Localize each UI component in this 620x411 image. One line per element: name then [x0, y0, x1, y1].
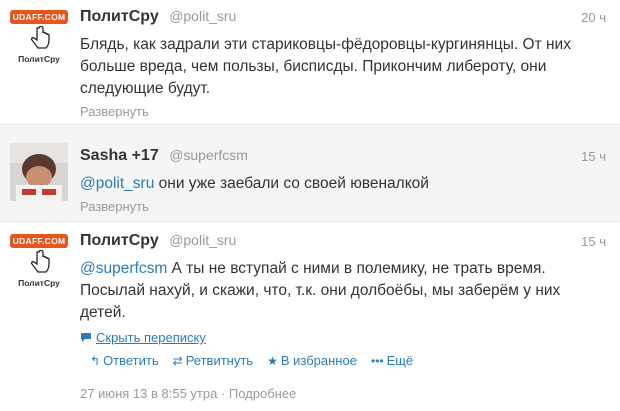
logo-name: ПолитСру [18, 54, 60, 64]
tweet-3: UDAFF.COM ПолитСру ПолитСру @polit_sru 1… [0, 224, 620, 411]
avatar-polit-sru[interactable]: UDAFF.COM ПолитСру [10, 10, 68, 68]
tweet-text: @polit_sru они уже заебали со своей ювен… [80, 173, 606, 195]
expand-link[interactable]: Развернуть [80, 199, 606, 214]
mention-link[interactable]: @polit_sru [80, 175, 154, 192]
hand-pointer-icon [30, 250, 50, 273]
speech-bubble-icon [81, 333, 91, 342]
tweet-time[interactable]: 15 ч [581, 149, 606, 164]
user-handle[interactable]: @polit_sru [169, 232, 236, 248]
tweet-header: Sasha +17 @superfcsm 15 ч [80, 147, 606, 171]
tweet-time[interactable]: 15 ч [581, 234, 606, 249]
favorite-button[interactable]: ★ В избранное [267, 353, 357, 368]
hide-conversation-label: Скрыть переписку [96, 330, 206, 345]
tweet-header: ПолитСру @polit_sru 15 ч [80, 232, 606, 256]
more-dots-icon: ••• [370, 353, 384, 368]
user-handle[interactable]: @superfcsm [169, 147, 248, 163]
user-photo [10, 143, 68, 201]
favorite-label: В избранное [280, 353, 357, 368]
avatar-superfcsm[interactable] [10, 143, 68, 201]
tweet-content: Sasha +17 @superfcsm 15 ч @polit_sru они… [80, 147, 606, 214]
user-name[interactable]: ПолитСру [80, 8, 159, 25]
user-name[interactable]: ПолитСру [80, 232, 159, 249]
user-handle[interactable]: @polit_sru [169, 8, 236, 24]
tweet-meta[interactable]: 27 июня 13 в 8:55 утра · Подробнее [80, 386, 606, 401]
mention-link[interactable]: @superfcsm [80, 260, 167, 277]
udaff-logo: UDAFF.COM [10, 10, 68, 24]
retweet-icon: ⇄ [172, 353, 183, 368]
logo-name: ПолитСру [18, 278, 60, 288]
hide-conversation-link[interactable]: Скрыть переписку [80, 330, 606, 345]
hand-pointer-icon [30, 26, 50, 49]
udaff-logo: UDAFF.COM [10, 234, 68, 248]
star-icon: ★ [267, 353, 278, 368]
tweet-body: они уже заебали со своей ювеналкой [154, 175, 429, 192]
retweet-label: Ретвитнуть [185, 353, 254, 368]
expand-link[interactable]: Развернуть [80, 104, 606, 119]
tweet-text: Блядь, как задрали эти стариковцы-фёдоро… [80, 36, 571, 97]
reply-button[interactable]: ↰ Ответить [90, 353, 159, 368]
more-button[interactable]: ••• Ещё [371, 353, 413, 368]
tweet-content: ПолитСру @polit_sru 15 ч @superfcsm А ты… [80, 232, 606, 401]
tweet-time[interactable]: 20 ч [581, 10, 606, 25]
tweet-content: ПолитСру @polit_sru 20 ч Блядь, как задр… [80, 8, 606, 119]
tweet-1: UDAFF.COM ПолитСру ПолитСру @polit_sru 2… [0, 0, 620, 120]
tweet-header: ПолитСру @polit_sru 20 ч [80, 8, 606, 32]
more-label: Ещё [386, 353, 414, 368]
reply-icon: ↰ [90, 353, 101, 368]
avatar-polit-sru[interactable]: UDAFF.COM ПолитСру [10, 234, 68, 292]
user-name[interactable]: Sasha +17 [80, 147, 159, 164]
retweet-button[interactable]: ⇄ Ретвитнуть [173, 353, 253, 368]
tweet-2: Sasha +17 @superfcsm 15 ч @polit_sru они… [0, 124, 620, 222]
tweet-text: @superfcsm А ты не вступай с ними в поле… [80, 258, 606, 324]
reply-label: Ответить [103, 353, 159, 368]
tweet-actions: ↰ Ответить ⇄ Ретвитнуть ★ В избранное ••… [90, 353, 606, 368]
